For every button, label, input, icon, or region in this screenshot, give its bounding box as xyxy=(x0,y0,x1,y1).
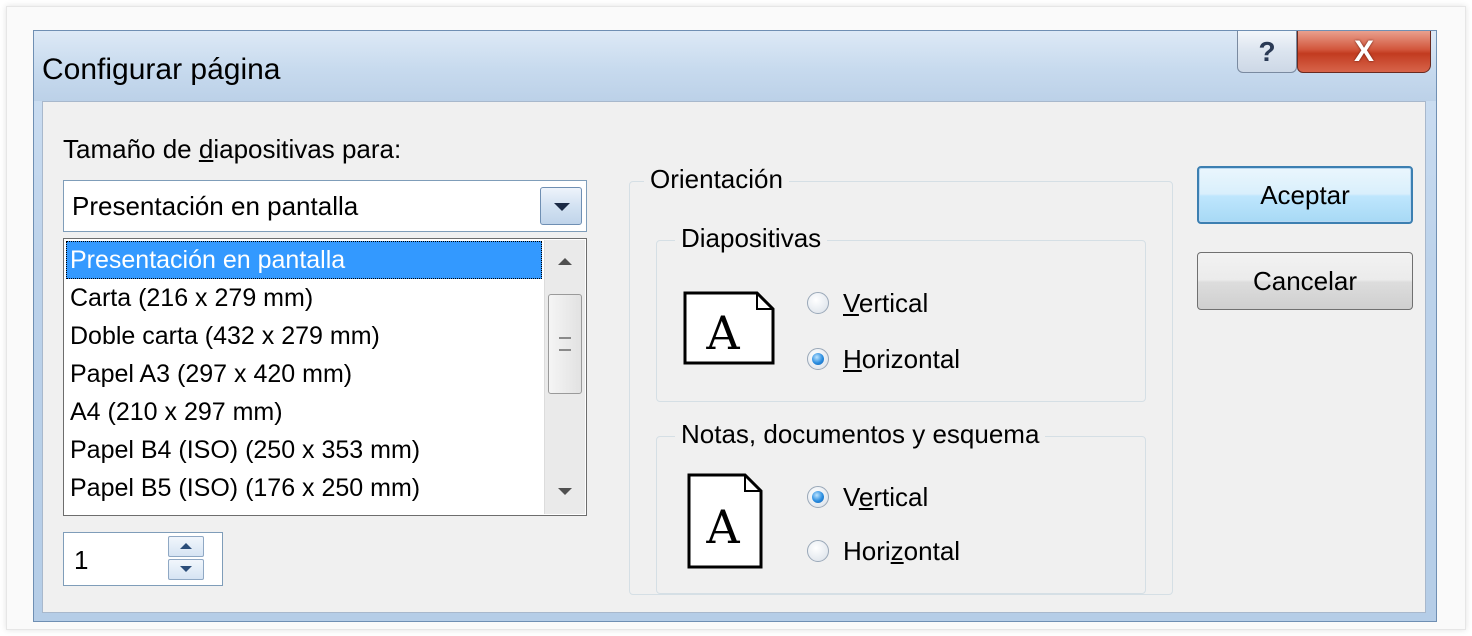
list-item-papel-a3[interactable]: Papel A3 (297 x 420 mm) xyxy=(66,355,542,393)
list-item-presentacion-en-pantalla[interactable]: Presentación en pantalla xyxy=(66,241,542,279)
list-scrollbar[interactable] xyxy=(544,240,585,514)
close-icon: X xyxy=(1353,34,1374,68)
slides-horizontal-label: Horizontal xyxy=(843,343,961,374)
notes-horizontal-label: Horizontal xyxy=(843,535,961,566)
svg-text:A: A xyxy=(705,500,740,554)
slides-horizontal-option[interactable]: Horizontal xyxy=(807,341,960,377)
help-button[interactable]: ? xyxy=(1237,31,1297,73)
cancel-button[interactable]: Cancelar xyxy=(1197,252,1413,310)
svg-text:A: A xyxy=(705,306,740,360)
scroll-down-icon[interactable] xyxy=(545,472,585,514)
slides-orientation-group: Diapositivas A Vertical Horizontal xyxy=(656,223,1146,402)
dialog-body: Tamaño de diapositivas para: Presentació… xyxy=(42,101,1426,613)
help-icon: ? xyxy=(1258,35,1276,67)
slide-size-dropdown[interactable]: Presentación en pantalla xyxy=(63,180,587,232)
notes-horizontal-radio[interactable] xyxy=(807,540,829,562)
spin-up-icon[interactable] xyxy=(168,536,204,557)
slides-orientation-title: Diapositivas xyxy=(675,223,828,254)
spin-down-icon[interactable] xyxy=(168,559,204,580)
notes-horizontal-option[interactable]: Horizontal xyxy=(807,533,960,569)
notes-vertical-option[interactable]: Vertical xyxy=(807,479,928,515)
accept-button[interactable]: Aceptar xyxy=(1197,166,1413,224)
slides-horizontal-radio[interactable] xyxy=(807,348,829,370)
portrait-page-icon: A xyxy=(687,473,763,569)
slides-vertical-radio[interactable] xyxy=(807,292,829,314)
dialog-title: Configurar página xyxy=(42,53,281,86)
slides-vertical-label: Vertical xyxy=(843,287,929,318)
slides-vertical-option[interactable]: Vertical xyxy=(807,285,928,321)
orientation-group: Orientación Diapositivas A Vertical Hori… xyxy=(629,164,1173,595)
list-item-papel-b5[interactable]: Papel B5 (ISO) (176 x 250 mm) xyxy=(66,469,542,507)
list-item-carta[interactable]: Carta (216 x 279 mm) xyxy=(66,279,542,317)
start-number-value[interactable]: 1 xyxy=(74,545,88,576)
notes-orientation-title: Notas, documentos y esquema xyxy=(675,419,1046,450)
orientation-title: Orientación xyxy=(644,164,789,195)
close-button[interactable]: X xyxy=(1297,31,1431,73)
notes-orientation-group: Notas, documentos y esquema A Vertical H… xyxy=(656,419,1146,594)
scroll-up-icon[interactable] xyxy=(545,240,585,282)
start-number-spinner[interactable]: 1 xyxy=(63,532,223,586)
chevron-down-icon[interactable] xyxy=(540,187,582,225)
list-item-doble-carta[interactable]: Doble carta (432 x 279 mm) xyxy=(66,317,542,355)
page-setup-dialog: Configurar página ? X Tamaño de diaposit… xyxy=(33,30,1437,622)
list-item-a4[interactable]: A4 (210 x 297 mm) xyxy=(66,393,542,431)
scroll-thumb[interactable] xyxy=(548,294,582,394)
slide-size-label: Tamaño de diapositivas para: xyxy=(63,134,402,164)
slide-size-list[interactable]: Presentación en pantalla Carta (216 x 27… xyxy=(63,238,587,516)
title-bar[interactable]: Configurar página ? X xyxy=(34,31,1436,101)
landscape-page-icon: A xyxy=(683,291,775,365)
list-item-papel-b4[interactable]: Papel B4 (ISO) (250 x 353 mm) xyxy=(66,431,542,469)
slide-size-selected: Presentación en pantalla xyxy=(72,191,359,221)
notes-vertical-label: Vertical xyxy=(843,481,929,512)
notes-vertical-radio[interactable] xyxy=(807,486,829,508)
